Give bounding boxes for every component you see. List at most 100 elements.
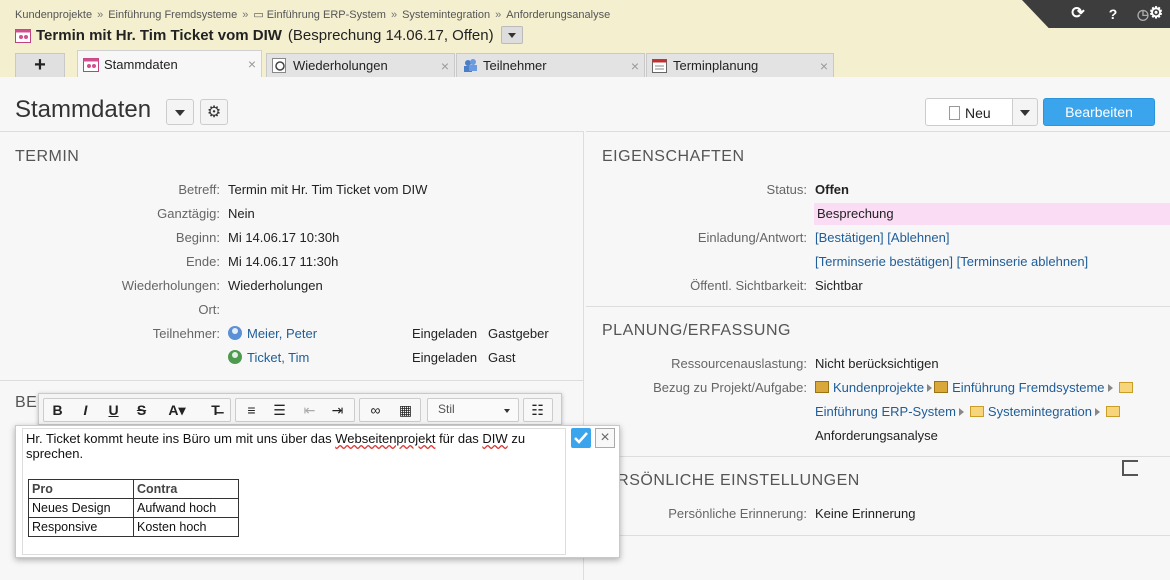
editor-text: sprechen. xyxy=(26,446,84,461)
participant-row: Ticket, Tim Eingeladen Gast xyxy=(0,348,584,368)
tab-wiederholungen[interactable]: Wiederholungen × xyxy=(266,53,455,77)
confirm-invite-link[interactable]: [Bestätigen] xyxy=(815,230,884,245)
breadcrumb: Kundenprojekte » Einführung Fremdsysteme » ▭… xyxy=(15,8,610,21)
project-link-systemintegration[interactable]: Systemintegration xyxy=(988,404,1092,419)
editor-text: Hr. Ticket kommt heute ins Büro um mit u… xyxy=(26,431,336,446)
gear-icon: ⚙ xyxy=(206,104,222,121)
indent-icon[interactable]: ⇥ xyxy=(324,399,351,421)
resource-value: Nicht berücksichtigen xyxy=(815,356,939,371)
tab-stammdaten[interactable]: Stammdaten × xyxy=(77,50,262,77)
chevron-right-icon xyxy=(1107,384,1113,392)
format-group: B I U S A▾ T̶ xyxy=(43,398,231,422)
table-icon[interactable]: ▦ xyxy=(392,399,419,421)
editor-text: DIW xyxy=(482,431,508,446)
folder-icon xyxy=(1118,382,1133,393)
project-link-kundenprojekte[interactable]: Kundenprojekte xyxy=(833,380,924,395)
persoenlich-section-title: ERSÖNLICHE EINSTELLUNGEN xyxy=(606,472,860,489)
chevron-down-icon xyxy=(175,110,185,116)
participant-link[interactable]: Meier, Peter xyxy=(247,326,317,341)
close-tab-icon[interactable]: × xyxy=(248,56,256,72)
italic-button[interactable]: I xyxy=(72,399,99,421)
tab-terminplanung[interactable]: Terminplanung × xyxy=(646,53,834,77)
clear-format-button[interactable]: T̶ xyxy=(202,399,229,421)
underline-button[interactable]: U xyxy=(100,399,127,421)
page-title-dropdown-button[interactable] xyxy=(166,99,194,125)
series-actions: [Terminserie bestätigen] [Terminserie ab… xyxy=(815,252,1088,272)
refresh-icon[interactable]: ⟳ xyxy=(1068,4,1088,24)
new-dropdown-button[interactable] xyxy=(1012,98,1038,126)
field-visibility: Öffentl. Sichtbarkeit: Sichtbar xyxy=(586,276,1170,296)
help-icon[interactable]: ? xyxy=(1103,4,1123,24)
appointment-icon xyxy=(15,28,31,43)
user-icon xyxy=(228,350,242,364)
tab-label: Teilnehmer xyxy=(483,58,547,73)
series-actions-row: [Terminserie bestätigen] [Terminserie ab… xyxy=(586,252,1170,272)
numbered-list-icon[interactable]: ≡ xyxy=(238,399,265,421)
decline-series-link[interactable]: [Terminserie ablehnen] xyxy=(957,254,1089,269)
text-color-button[interactable]: A▾ xyxy=(158,399,196,421)
project-icon xyxy=(934,381,949,393)
more-options-button[interactable]: ☷ xyxy=(523,398,553,422)
table-row: Responsive Kosten hoch xyxy=(28,517,239,537)
participant-role: Gastgeber xyxy=(488,326,549,341)
cancel-close-button[interactable]: × xyxy=(595,428,615,448)
document-icon xyxy=(949,106,960,120)
project-icon xyxy=(815,381,829,393)
new-button[interactable]: Neu xyxy=(925,98,1013,126)
participant-role: Gast xyxy=(488,350,516,365)
description-textarea[interactable]: Hr. Ticket kommt heute ins Büro um mit u… xyxy=(22,428,566,555)
pro-contra-table[interactable]: Pro Contra Neues Design Aufwand hoch Res… xyxy=(28,479,239,537)
breadcrumb-item-systemintegration[interactable]: Systemintegration xyxy=(402,9,490,21)
bezug-path-line1: Kundenprojekte Einführung Fremdsysteme xyxy=(815,378,1137,398)
settings-gear-icon[interactable]: ⚙ xyxy=(1146,4,1166,24)
wiederholungen-link[interactable]: Wiederholungen xyxy=(228,276,323,296)
participants-icon xyxy=(464,59,477,72)
reminder-value: Keine Erinnerung xyxy=(815,506,916,521)
divider xyxy=(0,380,584,381)
add-tab-button[interactable]: + xyxy=(15,53,65,77)
chevron-down-icon xyxy=(504,409,510,413)
project-link-fremdsysteme[interactable]: Einführung Fremdsysteme xyxy=(952,380,1104,395)
outdent-icon[interactable]: ⇤ xyxy=(296,399,323,421)
divider xyxy=(586,306,1170,307)
bullet-list-icon[interactable]: ☰ xyxy=(266,399,293,421)
breadcrumb-item-fremdsysteme[interactable]: Einführung Fremdsysteme xyxy=(108,9,237,21)
field-label: Status: xyxy=(766,182,807,197)
invite-actions: [Bestätigen] [Ablehnen] xyxy=(815,228,949,248)
bold-button[interactable]: B xyxy=(44,399,71,421)
close-tab-icon[interactable]: × xyxy=(631,58,639,74)
field-value: Termin mit Hr. Tim Ticket vom DIW xyxy=(228,182,428,197)
breadcrumb-item-erp-system[interactable]: Einführung ERP-System xyxy=(267,9,386,21)
confirm-checkmark-button[interactable] xyxy=(571,428,591,448)
task-link-anforderungsanalyse[interactable]: Anforderungsanalyse xyxy=(815,426,938,446)
breadcrumb-separator: » xyxy=(97,9,104,21)
tab-bar: + Stammdaten × Wiederholungen × Teilnehm… xyxy=(0,50,1170,77)
strikethrough-button[interactable]: S xyxy=(128,399,155,421)
project-link-erp-system[interactable]: Einführung ERP-System xyxy=(815,404,956,419)
title-dropdown-button[interactable] xyxy=(500,26,523,44)
editor-text: für das xyxy=(435,431,483,446)
participant-link[interactable]: Ticket, Tim xyxy=(247,350,309,365)
logout-icon[interactable] xyxy=(1122,460,1138,476)
breadcrumb-item-anforderungsanalyse[interactable]: Anforderungsanalyse xyxy=(506,9,610,21)
page-settings-button[interactable]: ⚙ xyxy=(200,99,228,125)
link-icon[interactable]: ∞ xyxy=(362,399,389,421)
close-tab-icon[interactable]: × xyxy=(441,58,449,74)
record-title-sub: (Besprechung 14.06.17, Offen) xyxy=(287,26,494,44)
field-label: Bezug zu Projekt/Aufgabe: xyxy=(653,380,807,395)
tab-teilnehmer[interactable]: Teilnehmer × xyxy=(456,53,645,77)
participant-status: Eingeladen xyxy=(412,350,478,365)
style-select[interactable]: Stil xyxy=(427,398,519,422)
field-status: Status: Offen xyxy=(586,180,1170,200)
chevron-down-icon xyxy=(1020,110,1030,116)
close-tab-icon[interactable]: × xyxy=(820,58,828,74)
edit-button[interactable]: Bearbeiten xyxy=(1043,98,1155,126)
field-ort: Ort: xyxy=(0,300,584,320)
field-betreff: Betreff: Termin mit Hr. Tim Ticket vom D… xyxy=(0,180,584,200)
table-header-row: Pro Contra xyxy=(28,479,239,499)
recurrence-icon xyxy=(272,58,286,73)
description-editor: Hr. Ticket kommt heute ins Büro um mit u… xyxy=(15,425,620,558)
decline-invite-link[interactable]: [Ablehnen] xyxy=(887,230,949,245)
breadcrumb-item-kundenprojekte[interactable]: Kundenprojekte xyxy=(15,9,92,21)
confirm-series-link[interactable]: [Terminserie bestätigen] xyxy=(815,254,953,269)
